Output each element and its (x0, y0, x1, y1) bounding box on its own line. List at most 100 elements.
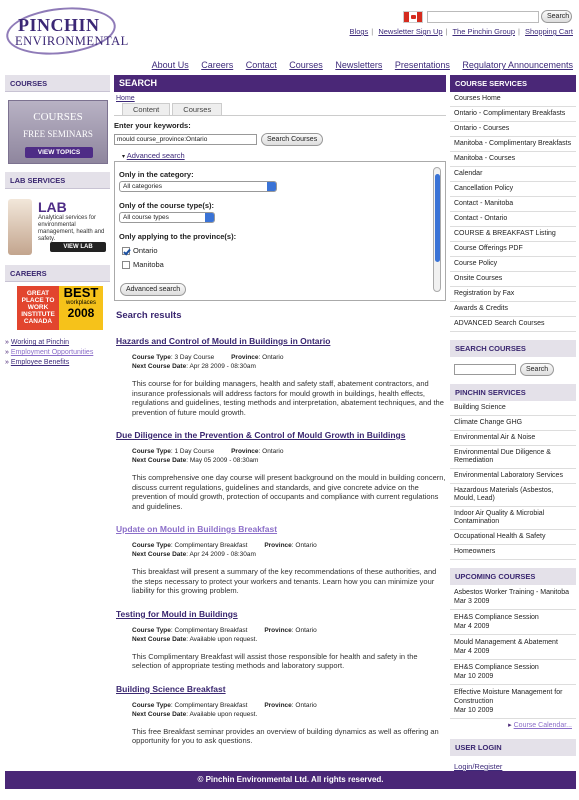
result-title-link[interactable]: Building Science Breakfast (116, 684, 446, 694)
result-title-link[interactable]: Due Diligence in the Prevention & Contro… (116, 430, 446, 440)
course-services-item[interactable]: Manitoba - Complimentary Breakfasts (450, 137, 576, 152)
nav-regulatory-announcements[interactable]: Regulatory Announcements (462, 60, 573, 70)
upcoming-course-item[interactable]: EH&S Compliance Session Mar 10 2009 (450, 660, 576, 685)
province-key: Province (231, 448, 259, 455)
course-services-item[interactable]: Contact - Manitoba (450, 197, 576, 212)
course-services-item[interactable]: COURSE & BREAKFAST Listing (450, 227, 576, 242)
courses-banner[interactable]: COURSES FREE SEMINARS VIEW TOPICS (8, 100, 110, 164)
view-lab-button[interactable]: VIEW LAB (50, 242, 106, 252)
province-manitoba-label: Manitoba (133, 260, 164, 269)
upcoming-course-item[interactable]: Effective Moisture Management for Constr… (450, 685, 576, 719)
breadcrumb-home[interactable]: Home (116, 95, 135, 102)
course-type-select[interactable]: All course types (119, 212, 215, 223)
upcoming-course-name[interactable]: Effective Moisture Management for Constr… (454, 688, 572, 706)
nav-presentations[interactable]: Presentations (395, 60, 450, 70)
result-description: This breakfast will present a summary of… (132, 567, 437, 595)
employee-benefits-link[interactable]: Employee Benefits (11, 359, 69, 366)
courses-banner-title: COURSES (33, 111, 83, 123)
keywords-input[interactable]: mould course_province:Ontario (114, 134, 257, 145)
course-services-item[interactable]: Course Offerings PDF (450, 242, 576, 257)
course-services-item[interactable]: Contact - Ontario (450, 212, 576, 227)
sidebar-search-input[interactable] (454, 364, 516, 375)
course-services-item[interactable]: Ontario - Courses (450, 122, 576, 137)
user-login-heading: USER LOGIN (450, 739, 576, 756)
pinchin-group-link[interactable]: The Pinchin Group (452, 27, 515, 36)
upcoming-course-name[interactable]: Asbestos Worker Training - Manitoba (454, 588, 572, 597)
course-services-item[interactable]: Registration by Fax (450, 287, 576, 302)
top-search-button[interactable]: Search (541, 10, 572, 23)
upcoming-courses-heading: UPCOMING COURSES (450, 568, 576, 585)
employment-opportunities-link[interactable]: Employment Opportunities (11, 349, 93, 356)
course-services-item[interactable]: Onsite Courses (450, 272, 576, 287)
service-item[interactable]: Building Science (450, 401, 576, 416)
category-select[interactable]: All categories (119, 181, 277, 192)
nav-about-us[interactable]: About Us (152, 60, 189, 70)
nav-contact[interactable]: Contact (246, 60, 277, 70)
course-services-item[interactable]: Awards & Credits (450, 302, 576, 317)
sidebar-search-button[interactable]: Search (520, 363, 555, 376)
nav-careers[interactable]: Careers (201, 60, 233, 70)
tab-courses[interactable]: Courses (172, 103, 223, 115)
advanced-search-link[interactable]: Advanced search (127, 151, 185, 160)
service-item[interactable]: Environmental Laboratory Services (450, 469, 576, 484)
view-topics-button[interactable]: VIEW TOPICS (25, 147, 93, 158)
result-description: This comprehensive one day course will p… (132, 473, 446, 511)
course-services-item[interactable]: Ontario - Complimentary Breakfasts (450, 107, 576, 122)
advanced-search-toggle[interactable]: ▾ Advanced search (122, 151, 446, 160)
course-type-label: Only of the course type(s): (119, 201, 215, 210)
province-checkbox-manitoba[interactable]: Manitoba (122, 260, 441, 269)
course-services-item[interactable]: Manitoba - Courses (450, 152, 576, 167)
working-at-pinchin-link[interactable]: Working at Pinchin (11, 339, 69, 346)
right-sidebar: COURSE SERVICES Courses Home Ontario - C… (450, 75, 576, 777)
course-calendar-link[interactable]: Course Calendar... (514, 722, 572, 729)
top-search-input[interactable] (427, 11, 539, 23)
panel-scrollbar[interactable] (433, 167, 441, 292)
best-workplaces-banner[interactable]: GREAT PLACE TO WORK INSTITUTE CANADA BES… (9, 282, 109, 334)
tab-content[interactable]: Content (122, 103, 171, 115)
nav-newsletters[interactable]: Newsletters (335, 60, 382, 70)
service-item[interactable]: Climate Change GHG (450, 416, 576, 431)
next-date-key: Next Course Date (132, 710, 187, 718)
course-services-item[interactable]: Course Policy (450, 257, 576, 272)
checkbox-unchecked-icon[interactable] (122, 260, 130, 269)
course-services-item[interactable]: Calendar (450, 167, 576, 182)
service-item[interactable]: Environmental Due Diligence & Remediatio… (450, 446, 576, 469)
blogs-link[interactable]: Blogs (350, 27, 369, 36)
shopping-cart-link[interactable]: Shopping Cart (525, 27, 573, 36)
checkbox-checked-icon[interactable] (122, 246, 130, 255)
upcoming-course-name[interactable]: EH&S Compliance Session (454, 613, 572, 622)
careers-heading: CAREERS (5, 265, 110, 282)
scrollbar-thumb[interactable] (435, 174, 440, 262)
advanced-search-button[interactable]: Advanced search (120, 283, 187, 296)
upcoming-course-item[interactable]: EH&S Compliance Session Mar 4 2009 (450, 610, 576, 635)
login-register-link[interactable]: Login/Register (454, 762, 502, 771)
course-services-item[interactable]: ADVANCED Search Courses (450, 317, 576, 332)
service-item[interactable]: Homeowners (450, 545, 576, 560)
service-item[interactable]: Indoor Air Quality & Microbial Contamina… (450, 507, 576, 530)
course-services-list: Courses Home Ontario - Complimentary Bre… (450, 92, 576, 332)
pinchin-logo[interactable]: PINCHIN ENVIRONMENTAL (3, 2, 128, 60)
course-services-heading: COURSE SERVICES (450, 75, 576, 92)
service-item[interactable]: Hazardous Materials (Asbestos, Mould, Le… (450, 484, 576, 507)
nav-courses[interactable]: Courses (289, 60, 323, 70)
lab-banner[interactable]: LAB Analytical services for environmenta… (8, 197, 110, 257)
result-title-link[interactable]: Hazards and Control of Mould in Building… (116, 336, 446, 346)
course-services-item[interactable]: Cancellation Policy (450, 182, 576, 197)
canada-flag-icon[interactable] (403, 11, 423, 23)
result-title-link[interactable]: Update on Mould in Buildings Breakfast (116, 524, 446, 534)
service-item[interactable]: Environmental Air & Noise (450, 431, 576, 446)
result-description: This free Breakfast seminar provides an … (132, 726, 439, 746)
newsletter-signup-link[interactable]: Newsletter Sign Up (378, 27, 442, 36)
upcoming-course-name[interactable]: Mould Management & Abatement (454, 638, 572, 647)
province-value: Ontario (262, 448, 284, 455)
search-courses-button[interactable]: Search Courses (261, 133, 324, 146)
province-ontario-label: Ontario (133, 246, 158, 255)
result-title-link[interactable]: Testing for Mould in Buildings (116, 609, 446, 619)
upcoming-course-item[interactable]: Mould Management & Abatement Mar 4 2009 (450, 635, 576, 660)
course-services-item[interactable]: Courses Home (450, 92, 576, 107)
province-checkbox-ontario[interactable]: Ontario (122, 246, 441, 255)
service-item[interactable]: Occupational Health & Safety (450, 530, 576, 545)
result-item: Hazards and Control of Mould in Building… (116, 336, 446, 417)
upcoming-course-item[interactable]: Asbestos Worker Training - Manitoba Mar 3… (450, 585, 576, 610)
upcoming-course-name[interactable]: EH&S Compliance Session (454, 663, 572, 672)
